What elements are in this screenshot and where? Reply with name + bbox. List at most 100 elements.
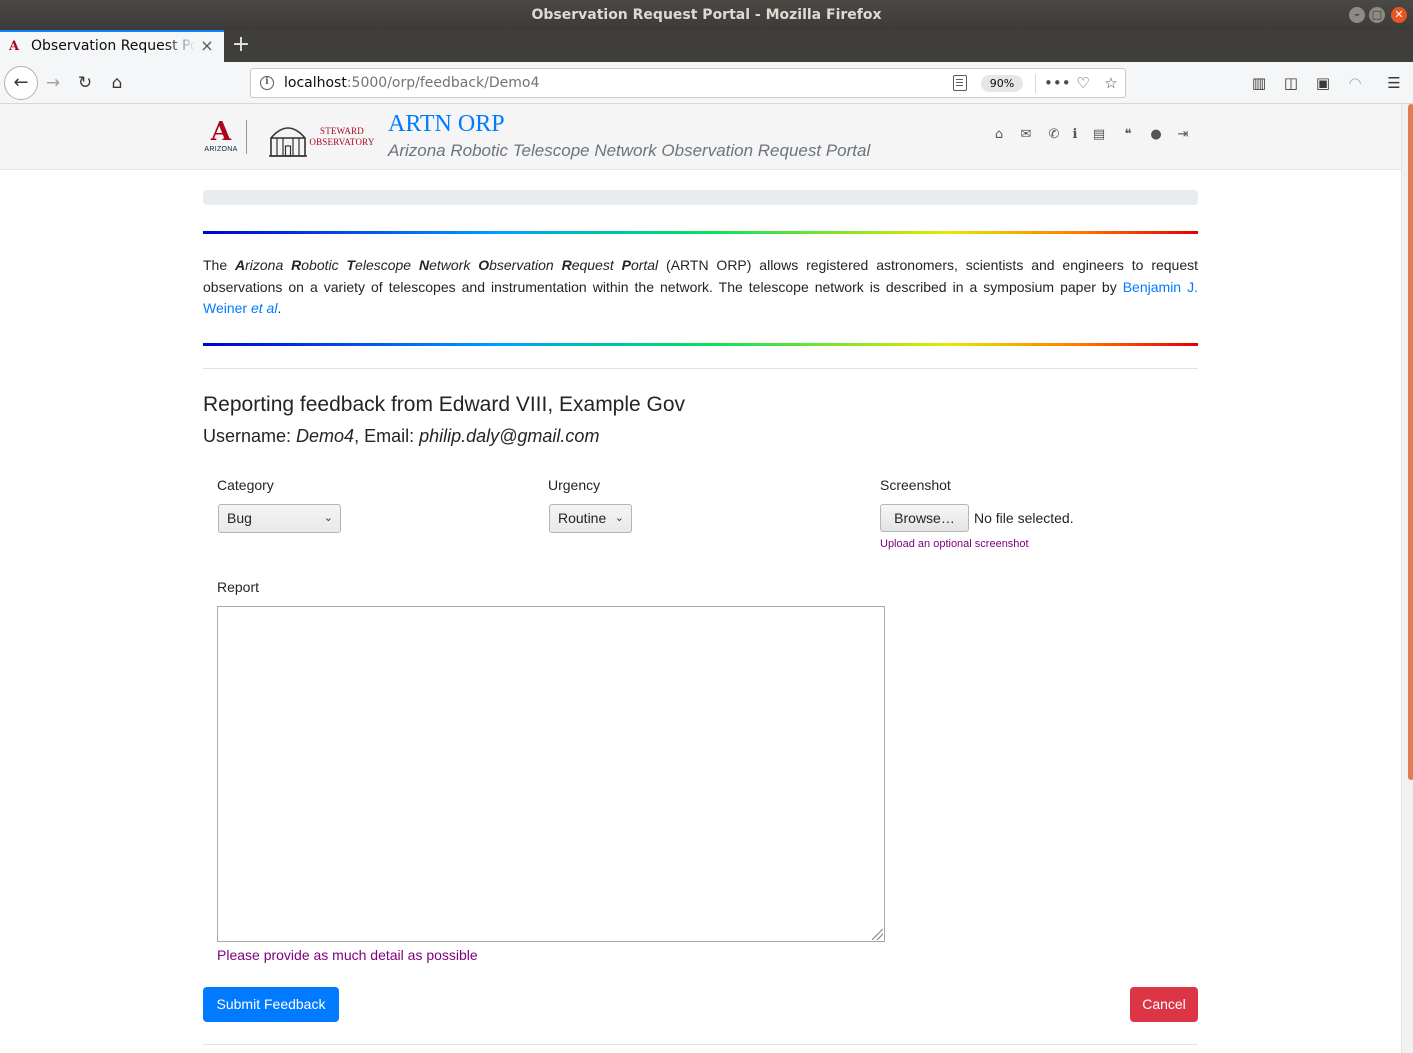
no-file-selected-text: No file selected.	[974, 510, 1074, 526]
email-value: philip.daly@gmail.com	[419, 426, 600, 446]
resize-handle-icon[interactable]	[872, 929, 883, 940]
arizona-favicon-icon: A	[9, 39, 20, 54]
envelope-icon[interactable]: ✉	[1017, 126, 1035, 144]
category-select[interactable]: Bug ⌄	[218, 504, 341, 533]
steward-observatory-building-icon[interactable]	[267, 116, 309, 158]
rainbow-divider-top	[203, 231, 1198, 234]
urgency-select[interactable]: Routine ⌄	[549, 504, 632, 533]
navigation-toolbar: ← → ↻ ⌂ i localhost:5000/orp/feedback/De…	[0, 62, 1413, 104]
new-tab-button[interactable]: +	[229, 33, 253, 57]
site-info-icon[interactable]: i	[260, 76, 274, 90]
ua-logo-word: ARIZONA	[204, 146, 238, 153]
address-bar[interactable]: i localhost:5000/orp/feedback/Demo4 90% …	[250, 68, 1126, 98]
section-divider	[203, 368, 1198, 369]
report-label: Report	[217, 579, 260, 595]
university-of-arizona-logo[interactable]: A ARIZONA	[203, 119, 239, 157]
site-title[interactable]: ARTN ORP	[388, 109, 505, 139]
page-viewport: A ARIZONA STEWARD OBSERVATORY ARTN ORP A…	[0, 104, 1401, 1053]
urgency-selected-value: Routine	[558, 510, 607, 526]
user-info-line: Username: Demo4, Email: philip.daly@gmai…	[203, 424, 599, 448]
url-text[interactable]: localhost:5000/orp/feedback/Demo4	[284, 75, 539, 91]
window-title: Observation Request Portal - Mozilla Fir…	[531, 7, 882, 23]
url-separator	[1035, 74, 1036, 93]
acronym-word-rest: rizona	[245, 257, 292, 273]
menu-hamburger-icon[interactable]: ☰	[1384, 73, 1404, 93]
reload-button[interactable]: ↻	[70, 68, 100, 98]
pocket-icon[interactable]: ♡	[1073, 73, 1093, 93]
category-label: Category	[217, 477, 274, 493]
cancel-button[interactable]: Cancel	[1130, 987, 1198, 1022]
page-scrollbar[interactable]	[1401, 104, 1413, 1053]
acronym-word-rest: elescope	[355, 257, 419, 273]
bookmark-star-icon[interactable]: ☆	[1101, 73, 1121, 93]
tab-title: Observation Request Portal	[31, 38, 195, 54]
acronym-word-rest: equest	[571, 257, 622, 273]
report-hint: Please provide as much detail as possibl…	[217, 947, 478, 963]
maximize-window-button[interactable]: □	[1369, 7, 1385, 23]
acronym-word-rest: etwork	[429, 257, 479, 273]
category-selected-value: Bug	[227, 510, 252, 526]
zoom-level-badge[interactable]: 90%	[981, 75, 1023, 92]
user-icon[interactable]: ●	[1147, 126, 1165, 144]
page-actions-icon[interactable]: •••	[1044, 73, 1071, 93]
steward-line-2: OBSERVATORY	[309, 137, 375, 147]
acronym-word-rest: ortal	[630, 257, 659, 273]
username-value: Demo4	[296, 426, 355, 446]
urgency-label: Urgency	[548, 477, 601, 493]
acronym-word-rest: obotic	[301, 257, 347, 273]
chevron-down-icon: ⌄	[323, 512, 333, 524]
logo-divider	[246, 120, 247, 154]
acronym-initial: O	[478, 257, 490, 273]
extension-icon[interactable]: ▣	[1313, 73, 1333, 93]
acronym-expansion: Arizona Robotic Telescope Network Observ…	[235, 257, 658, 273]
screenshot-hint: Upload an optional screenshot	[880, 538, 1029, 550]
library-icon[interactable]: ▥	[1249, 73, 1269, 93]
submit-feedback-button[interactable]: Submit Feedback	[203, 987, 339, 1022]
home-icon[interactable]: ⌂	[990, 126, 1008, 144]
steward-line-1: STEWARD	[320, 126, 364, 136]
acronym-word-rest: bservation	[489, 257, 562, 273]
browser-tab[interactable]: A Observation Request Portal ×	[0, 30, 224, 62]
site-subtitle: Arizona Robotic Telescope Network Observ…	[388, 141, 871, 160]
chevron-down-icon: ⌄	[614, 512, 624, 524]
weiner-link-et-al: et al	[250, 300, 278, 316]
acronym-initial: R	[291, 257, 302, 273]
steward-observatory-wordmark[interactable]: STEWARD OBSERVATORY	[308, 126, 376, 148]
intro-suffix: .	[277, 300, 282, 316]
email-label: , Email:	[354, 426, 420, 446]
home-button[interactable]: ⌂	[102, 68, 132, 98]
acronym-initial: A	[235, 257, 246, 273]
close-tab-icon[interactable]: ×	[198, 37, 216, 55]
progress-bar	[203, 190, 1198, 205]
scrollbar-thumb[interactable]	[1408, 104, 1413, 780]
comments-icon[interactable]: ❝	[1119, 126, 1137, 144]
sign-out-icon[interactable]: ⇥	[1174, 126, 1192, 144]
phone-icon[interactable]: ✆	[1045, 126, 1063, 144]
forward-button[interactable]: →	[38, 68, 68, 98]
intro-paragraph: The Arizona Robotic Telescope Network Ob…	[203, 255, 1198, 320]
acronym-initial: P	[621, 257, 631, 273]
intro-prefix: The	[203, 257, 235, 273]
username-label: Username:	[203, 426, 297, 446]
acronym-initial: N	[418, 257, 430, 273]
browse-file-button[interactable]: Browse…	[880, 504, 969, 532]
site-header: A ARIZONA STEWARD OBSERVATORY ARTN ORP A…	[0, 104, 1401, 170]
footer-divider	[203, 1044, 1198, 1045]
close-window-button[interactable]: ✕	[1391, 7, 1407, 23]
sidebar-icon[interactable]: ◫	[1281, 73, 1301, 93]
minimize-window-button[interactable]: –	[1349, 7, 1365, 23]
reader-view-icon[interactable]	[953, 75, 967, 91]
screenshot-label: Screenshot	[880, 477, 951, 493]
back-button[interactable]: ←	[4, 66, 38, 100]
ua-logo-letter: A	[210, 117, 232, 147]
url-path: :5000/orp/feedback/Demo4	[346, 75, 540, 91]
feedback-heading: Reporting feedback from Edward VIII, Exa…	[203, 393, 686, 416]
window-titlebar: Observation Request Portal - Mozilla Fir…	[0, 0, 1413, 30]
book-icon[interactable]: ▤	[1090, 126, 1108, 144]
rainbow-divider-bottom	[203, 343, 1198, 346]
info-icon[interactable]: i	[1066, 126, 1084, 144]
tab-strip: A Observation Request Portal × +	[0, 30, 1413, 62]
url-host: localhost	[284, 75, 347, 91]
account-icon[interactable]: ◠	[1345, 73, 1365, 93]
report-textarea[interactable]	[217, 606, 885, 942]
